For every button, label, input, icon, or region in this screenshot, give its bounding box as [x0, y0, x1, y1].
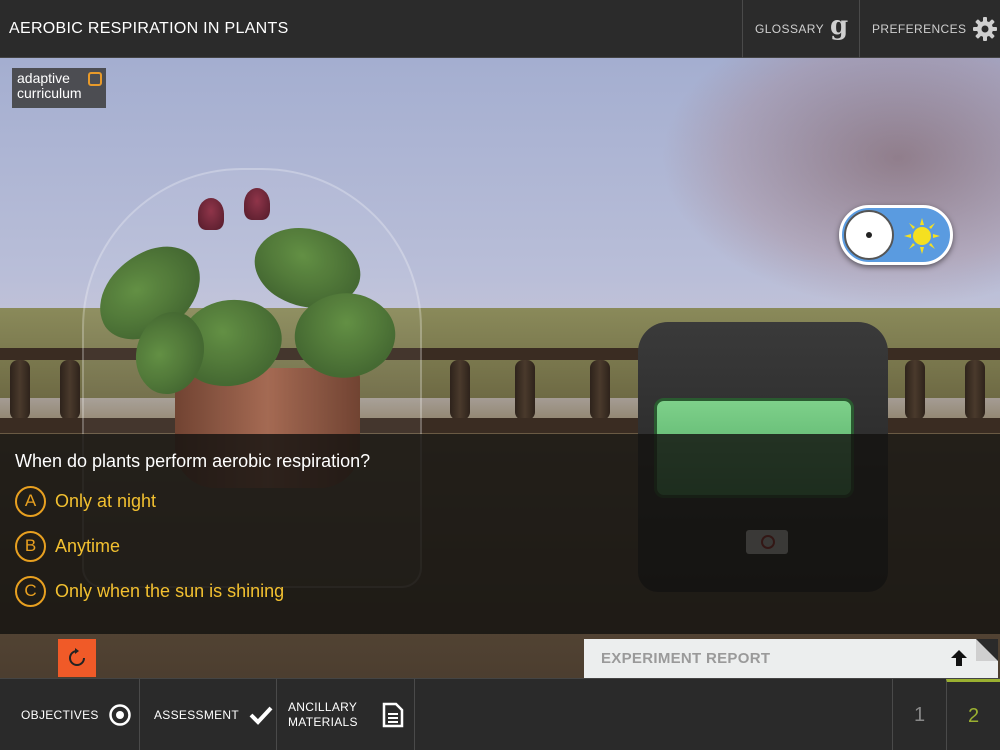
- folded-corner: [976, 639, 998, 661]
- option-letter: C: [15, 575, 46, 607]
- question-panel: When do plants perform aerobic respirati…: [0, 434, 1000, 634]
- glossary-label: GLOSSARY: [755, 22, 825, 36]
- option-letter: A: [15, 485, 46, 517]
- option-text: Only when the sun is shining: [55, 580, 285, 601]
- top-bar: AEROBIC RESPIRATION IN PLANTS GLOSSARY g…: [0, 0, 1000, 58]
- sun-icon: [904, 218, 940, 254]
- bottom-bar: OBJECTIVES ASSESSMENT ANCILLARY MATERIAL…: [0, 678, 1000, 750]
- answer-option-c[interactable]: C Only when the sun is shining: [15, 574, 284, 608]
- option-letter: B: [15, 530, 46, 562]
- answer-option-a[interactable]: A Only at night: [15, 484, 156, 518]
- document-icon: [382, 702, 404, 728]
- preferences-button[interactable]: PREFERENCES: [859, 0, 1000, 58]
- checkmark-icon: [249, 706, 273, 725]
- blossom-tree: [660, 58, 1000, 308]
- refresh-icon: [69, 648, 85, 666]
- option-text: Only at night: [55, 490, 157, 511]
- page-title: AEROBIC RESPIRATION IN PLANTS: [9, 20, 289, 37]
- day-night-toggle[interactable]: [839, 205, 953, 265]
- glossary-g-icon: g: [830, 11, 849, 41]
- experiment-report-label: EXPERIMENT REPORT: [601, 650, 771, 667]
- question-prompt: When do plants perform aerobic respirati…: [15, 451, 371, 471]
- experiment-report-tab[interactable]: EXPERIMENT REPORT: [584, 639, 998, 678]
- preferences-label: PREFERENCES: [872, 22, 967, 36]
- target-icon: [108, 704, 131, 726]
- option-text: Anytime: [55, 535, 121, 556]
- answer-option-b[interactable]: B Anytime: [15, 529, 120, 563]
- assessment-label: ASSESSMENT: [154, 707, 240, 722]
- adaptive-curriculum-logo: adaptive curriculum: [12, 68, 106, 108]
- assessment-button[interactable]: ASSESSMENT: [140, 679, 277, 750]
- page-1-button[interactable]: 1: [892, 679, 946, 750]
- objectives-button[interactable]: OBJECTIVES: [0, 679, 140, 750]
- ancillary-label: ANCILLARY MATERIALS: [288, 700, 358, 729]
- glossary-button[interactable]: GLOSSARY g: [742, 0, 859, 58]
- objectives-label: OBJECTIVES: [21, 707, 99, 722]
- logo-mark-icon: [88, 72, 102, 86]
- ancillary-materials-button[interactable]: ANCILLARY MATERIALS: [277, 679, 415, 750]
- toggle-knob-night-icon: [844, 210, 894, 260]
- page-2-button[interactable]: 2: [946, 679, 1000, 750]
- reset-button[interactable]: [58, 639, 96, 677]
- arrow-up-icon: [951, 650, 967, 666]
- gear-icon: [973, 17, 998, 41]
